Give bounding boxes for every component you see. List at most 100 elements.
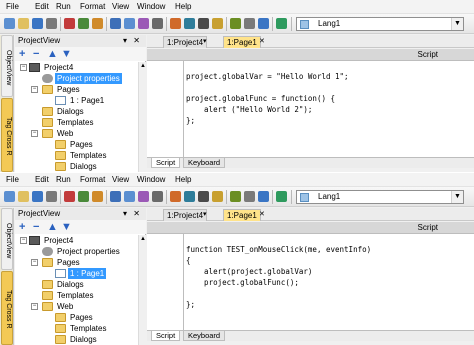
code-editor[interactable]: project.globalVar = "Hello World 1"; proj…	[147, 61, 474, 157]
build-icon[interactable]	[92, 191, 103, 202]
menu-edit[interactable]: Edit	[35, 2, 49, 11]
tree-expander[interactable]: −	[31, 86, 38, 93]
move-up-icon[interactable]: ▲	[47, 221, 58, 233]
close-icon[interactable]: ✕	[259, 37, 265, 45]
print-icon[interactable]	[152, 18, 163, 29]
tree-item[interactable]: − Pages	[17, 84, 137, 95]
tree-scrollbar[interactable]: ▲	[138, 62, 146, 172]
tab-tag-cross-reference[interactable]: Tag Cross R	[1, 98, 13, 172]
download-icon[interactable]	[124, 18, 135, 29]
language-combo[interactable]: Lang1 ▼	[296, 190, 464, 204]
globe-icon[interactable]	[276, 18, 287, 29]
tree-item[interactable]: Dialogs	[17, 161, 137, 172]
window-icon[interactable]	[258, 18, 269, 29]
close-icon[interactable]: ▾	[203, 37, 207, 45]
debug-icon[interactable]	[244, 191, 255, 202]
tree-item[interactable]: Templates	[17, 150, 137, 161]
chevron-down-icon[interactable]: ▼	[451, 191, 463, 203]
move-down-icon[interactable]: ▼	[61, 221, 72, 233]
close-icon[interactable]: ✕	[259, 210, 265, 218]
tree-scrollbar[interactable]: ▲	[138, 235, 146, 345]
doc-tab[interactable]: 1:Project4	[163, 36, 208, 48]
upload-icon[interactable]	[138, 18, 149, 29]
tab-tag-cross-reference[interactable]: Tag Cross R	[1, 271, 13, 345]
remove-icon[interactable]: −	[33, 221, 39, 233]
menu-run[interactable]: Run	[56, 175, 71, 184]
tree-item[interactable]: Pages	[17, 312, 137, 323]
help-icon[interactable]	[212, 191, 223, 202]
tab-script[interactable]: Script	[151, 158, 181, 168]
menu-edit[interactable]: Edit	[35, 175, 49, 184]
scroll-up-icon[interactable]: ▲	[139, 235, 147, 243]
tab-keyboard[interactable]: Keyboard	[183, 331, 226, 341]
upload-icon[interactable]	[138, 191, 149, 202]
tab-keyboard[interactable]: Keyboard	[183, 158, 226, 168]
replace-icon[interactable]	[184, 191, 195, 202]
close-icon[interactable]: ▾	[203, 210, 207, 218]
compile-icon[interactable]	[230, 18, 241, 29]
tree-item[interactable]: Project properties	[17, 246, 137, 257]
menu-view[interactable]: View	[112, 2, 129, 11]
tab-script[interactable]: Script	[151, 331, 181, 341]
tree-expander[interactable]: −	[31, 130, 38, 137]
language-combo[interactable]: Lang1 ▼	[296, 17, 464, 31]
chevron-down-icon[interactable]: ▼	[451, 18, 463, 30]
run-icon[interactable]	[78, 18, 89, 29]
print-icon[interactable]	[152, 191, 163, 202]
tree-item[interactable]: Templates	[17, 117, 137, 128]
find-icon[interactable]	[170, 191, 181, 202]
panel-controls[interactable]: ▾ ✕	[123, 209, 142, 218]
move-down-icon[interactable]: ▼	[61, 48, 72, 60]
tree-item[interactable]: Dialogs	[17, 106, 137, 117]
tree-item[interactable]: − Project4	[17, 62, 137, 73]
run-icon[interactable]	[78, 191, 89, 202]
tree-item[interactable]: − Web	[17, 301, 137, 312]
help-icon[interactable]	[212, 18, 223, 29]
remove-icon[interactable]: −	[33, 48, 39, 60]
tree-item[interactable]: Project properties	[17, 73, 137, 84]
tree-item[interactable]: 1 : Page1	[17, 95, 137, 106]
tree-item[interactable]: Pages	[17, 139, 137, 150]
tree-item[interactable]: Templates	[17, 290, 137, 301]
stop-icon[interactable]	[64, 191, 75, 202]
tree-item[interactable]: − Project4	[17, 235, 137, 246]
menu-help[interactable]: Help	[175, 175, 191, 184]
menu-file[interactable]: File	[6, 175, 19, 184]
new-icon[interactable]	[4, 191, 15, 202]
globe-icon[interactable]	[276, 191, 287, 202]
download-icon[interactable]	[124, 191, 135, 202]
doc-tab[interactable]: 1:Page1	[223, 36, 261, 48]
save-icon[interactable]	[32, 18, 43, 29]
menu-file[interactable]: File	[6, 2, 19, 11]
project-tree[interactable]: − Project4 Project properties − Pages 1 : Pag…	[15, 235, 138, 345]
new-icon[interactable]	[4, 18, 15, 29]
tree-item[interactable]: Dialogs	[17, 279, 137, 290]
menu-window[interactable]: Window	[137, 2, 165, 11]
tree-item[interactable]: 1 : Page1	[17, 268, 137, 279]
debug-icon[interactable]	[244, 18, 255, 29]
tree-expander[interactable]: −	[20, 237, 27, 244]
build-icon[interactable]	[92, 18, 103, 29]
doc-tab[interactable]: 1:Page1	[223, 209, 261, 221]
open-icon[interactable]	[18, 191, 29, 202]
settings-icon[interactable]	[198, 191, 209, 202]
tree-expander[interactable]: −	[31, 259, 38, 266]
move-up-icon[interactable]: ▲	[47, 48, 58, 60]
menu-view[interactable]: View	[112, 175, 129, 184]
menu-format[interactable]: Format	[80, 175, 105, 184]
tree-item[interactable]: Templates	[17, 323, 137, 334]
tree-item[interactable]: Dialogs	[17, 334, 137, 345]
replace-icon[interactable]	[184, 18, 195, 29]
menu-format[interactable]: Format	[80, 2, 105, 11]
find-icon[interactable]	[170, 18, 181, 29]
stop-icon[interactable]	[64, 18, 75, 29]
add-icon[interactable]: +	[19, 48, 25, 60]
tree-expander[interactable]: −	[31, 303, 38, 310]
tree-item[interactable]: − Pages	[17, 257, 137, 268]
save-icon[interactable]	[32, 191, 43, 202]
scroll-up-icon[interactable]: ▲	[139, 62, 147, 70]
add-icon[interactable]: +	[19, 221, 25, 233]
menu-window[interactable]: Window	[137, 175, 165, 184]
menu-help[interactable]: Help	[175, 2, 191, 11]
simulate-icon[interactable]	[110, 18, 121, 29]
